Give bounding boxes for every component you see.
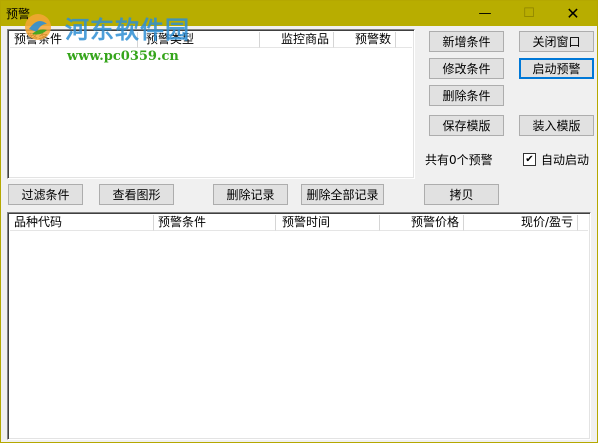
maximize-button[interactable]: ☐ (507, 1, 551, 26)
column-header-code[interactable]: 品种代码 (10, 215, 154, 231)
column-header-monitored-goods[interactable]: 监控商品 (260, 32, 334, 48)
window-title: 预警 (6, 7, 31, 21)
column-header-condition[interactable]: 预警条件 (154, 215, 276, 231)
column-header-alert-type[interactable]: 预警类型 (138, 32, 260, 48)
column-header-alert-time[interactable]: 预警时间 (276, 215, 380, 231)
edit-condition-button[interactable]: 修改条件 (429, 58, 504, 79)
maximize-icon: ☐ (523, 6, 535, 21)
delete-condition-button[interactable]: 删除条件 (429, 85, 504, 106)
copy-button[interactable]: 拷贝 (424, 184, 499, 205)
checkmark-icon: ✔ (525, 153, 534, 165)
column-header-alert-condition[interactable]: 预警条件 (10, 32, 138, 48)
minimize-button[interactable]: — (463, 1, 507, 26)
add-condition-button[interactable]: 新增条件 (429, 31, 504, 52)
auto-start-check-icon[interactable]: ✔ (523, 153, 536, 166)
close-button[interactable]: ✕ (551, 1, 595, 26)
view-chart-button[interactable]: 查看图形 (99, 184, 174, 205)
auto-start-checkbox[interactable]: ✔ 自动启动 (523, 151, 589, 168)
column-header-alert-count[interactable]: 预警数 (334, 32, 396, 48)
delete-record-button[interactable]: 删除记录 (213, 184, 288, 205)
close-icon: ✕ (566, 4, 580, 23)
minimize-icon: — (478, 6, 492, 21)
save-template-button[interactable]: 保存模版 (429, 115, 504, 136)
alert-record-list-header: 品种代码 预警条件 预警时间 预警价格 现价/盈亏 (10, 215, 588, 231)
alert-condition-list-header: 预警条件 预警类型 监控商品 预警数 (10, 32, 412, 48)
alert-window: 预警 — ☐ ✕ 预警条件 预警类型 监控商品 预警数 河东软件园 www.pc… (0, 0, 598, 443)
column-header-price-pnl[interactable]: 现价/盈亏 (464, 215, 578, 231)
alert-record-list[interactable]: 品种代码 预警条件 预警时间 预警价格 现价/盈亏 (7, 212, 591, 440)
start-alert-button[interactable]: 启动预警 (519, 58, 594, 79)
alert-count-label: 共有0个预警 (425, 153, 493, 167)
close-window-button[interactable]: 关闭窗口 (519, 31, 594, 52)
auto-start-label: 自动启动 (541, 153, 590, 167)
column-header-alert-price[interactable]: 预警价格 (380, 215, 464, 231)
column-header-filler (578, 215, 588, 231)
filter-condition-button[interactable]: 过滤条件 (8, 184, 83, 205)
load-template-button[interactable]: 装入模版 (519, 115, 594, 136)
delete-all-records-button[interactable]: 删除全部记录 (301, 184, 384, 205)
alert-condition-list[interactable]: 预警条件 预警类型 监控商品 预警数 (7, 29, 415, 179)
column-header-filler (396, 32, 412, 48)
title-bar[interactable]: 预警 — ☐ ✕ (1, 1, 597, 26)
